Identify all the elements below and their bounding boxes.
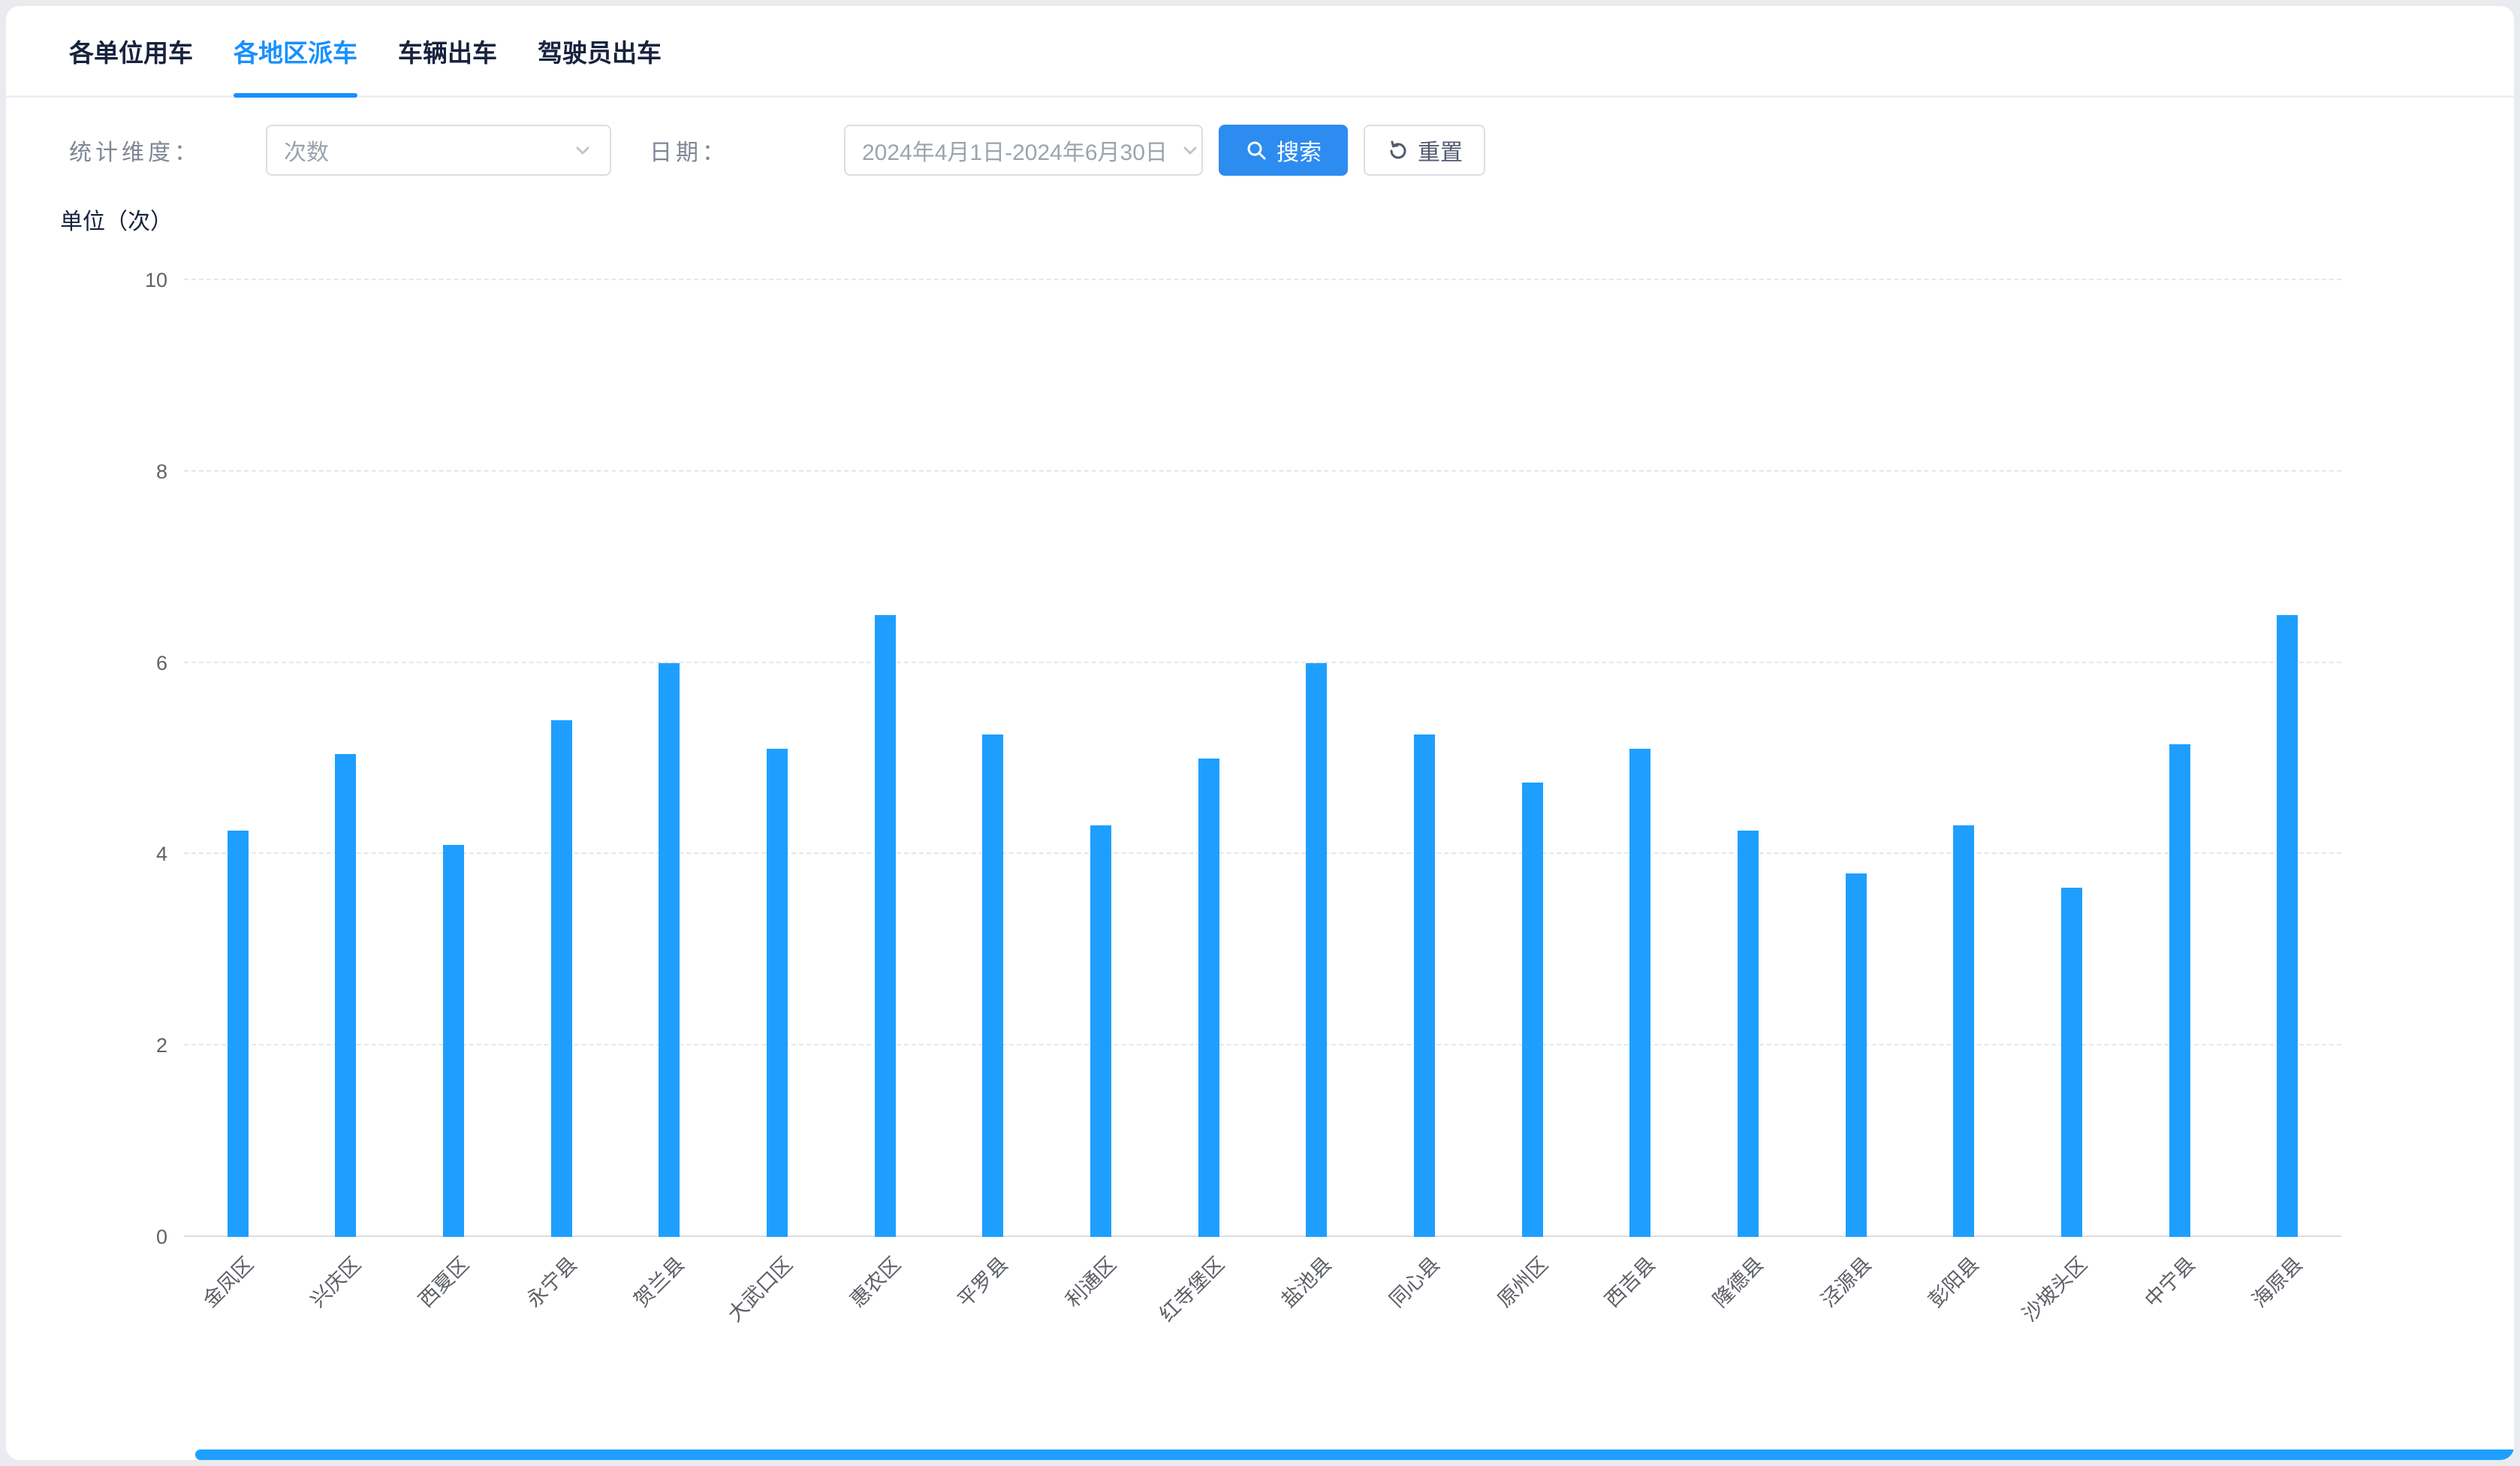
- bar-西夏区[interactable]: [443, 845, 464, 1237]
- refresh-icon: [1386, 139, 1409, 161]
- y-axis-title: 单位（次）: [60, 203, 173, 236]
- tab-region-dispatch[interactable]: 各地区派车: [234, 6, 357, 95]
- bar-隆德县[interactable]: [1738, 831, 1759, 1237]
- bar-slot: 沙坡头区: [2018, 280, 2126, 1237]
- magnifier-icon: [1245, 139, 1268, 161]
- bar-slot: 彭阳县: [1910, 280, 2018, 1237]
- bar-永宁县[interactable]: [551, 720, 572, 1237]
- tab-driver-dispatch[interactable]: 驾驶员出车: [538, 6, 662, 95]
- date-range-input[interactable]: 2024年4月1日-2024年6月30日: [844, 125, 1203, 176]
- y-tick-label: 6: [156, 651, 167, 675]
- bar-兴庆区[interactable]: [335, 754, 356, 1237]
- bar-slot: 原州区: [1479, 280, 1587, 1237]
- bar-slot: 大武口区: [723, 280, 831, 1237]
- search-button[interactable]: 搜索: [1219, 125, 1348, 176]
- bar-盐池县[interactable]: [1306, 663, 1327, 1237]
- bar-大武口区[interactable]: [767, 749, 788, 1237]
- bar-slot: 红寺堡区: [1155, 280, 1263, 1237]
- tab-label: 驾驶员出车: [538, 33, 662, 69]
- reset-button-label: 重置: [1418, 134, 1463, 167]
- bar-slot: 海原县: [2233, 280, 2341, 1237]
- tab-vehicle-dispatch[interactable]: 车辆出车: [398, 6, 497, 95]
- bar-slot: 贺兰县: [616, 280, 724, 1237]
- bar-泾源县[interactable]: [1846, 873, 1867, 1237]
- main-panel: 各单位用车 各地区派车 车辆出车 驾驶员出车 统计维度： 次数 日期： 2024…: [6, 6, 2514, 1460]
- bar-海原县[interactable]: [2277, 615, 2298, 1237]
- bar-彭阳县[interactable]: [1953, 825, 1974, 1237]
- chevron-down-icon: [572, 140, 593, 161]
- bar-slot: 金凤区: [184, 280, 292, 1237]
- bar-slot: 平罗县: [939, 280, 1047, 1237]
- search-button-label: 搜索: [1277, 134, 1322, 167]
- bar-slot: 惠农区: [831, 280, 939, 1237]
- tab-label: 各单位用车: [69, 33, 193, 69]
- chevron-down-icon: [1180, 140, 1201, 161]
- dimension-select[interactable]: 次数: [266, 125, 611, 176]
- date-label: 日期：: [650, 134, 728, 167]
- bar-惠农区[interactable]: [875, 615, 896, 1237]
- bar-slot: 西夏区: [399, 280, 508, 1237]
- bar-slot: 兴庆区: [292, 280, 400, 1237]
- horizontal-scrollbar-thumb[interactable]: [195, 1449, 2514, 1460]
- bar-slot: 盐池县: [1263, 280, 1371, 1237]
- y-tick-label: 4: [156, 842, 167, 866]
- bar-slot: 隆德县: [1694, 280, 1802, 1237]
- dimension-select-value: 次数: [284, 134, 329, 167]
- bar-slot: 中宁县: [2126, 280, 2234, 1237]
- tab-unit-vehicle-use[interactable]: 各单位用车: [69, 6, 193, 95]
- reset-button[interactable]: 重置: [1364, 125, 1485, 176]
- y-tick-label: 8: [156, 460, 167, 484]
- dimension-label: 统计维度：: [69, 134, 200, 167]
- plot-area: 0246810 金凤区兴庆区西夏区永宁县贺兰县大武口区惠农区平罗县利通区红寺堡区…: [184, 280, 2341, 1237]
- bars: 金凤区兴庆区西夏区永宁县贺兰县大武口区惠农区平罗县利通区红寺堡区盐池县同心县原州…: [184, 280, 2341, 1237]
- bar-平罗县[interactable]: [982, 735, 1003, 1237]
- tab-label: 各地区派车: [234, 33, 357, 69]
- tab-label: 车辆出车: [398, 33, 497, 69]
- date-range-value: 2024年4月1日-2024年6月30日: [862, 134, 1168, 167]
- bar-slot: 西吉县: [1587, 280, 1695, 1237]
- bar-中宁县[interactable]: [2169, 744, 2190, 1237]
- bar-利通区[interactable]: [1090, 825, 1111, 1237]
- tab-bar: 各单位用车 各地区派车 车辆出车 驾驶员出车: [6, 6, 2514, 98]
- bar-slot: 同心县: [1370, 280, 1479, 1237]
- bar-slot: 永宁县: [508, 280, 616, 1237]
- y-tick-label: 10: [145, 268, 167, 292]
- bar-西吉县[interactable]: [1629, 749, 1650, 1237]
- bar-贺兰县[interactable]: [659, 663, 680, 1237]
- bar-沙坡头区[interactable]: [2061, 888, 2082, 1237]
- bar-同心县[interactable]: [1414, 735, 1435, 1237]
- bar-slot: 泾源县: [1802, 280, 1910, 1237]
- bar-slot: 利通区: [1047, 280, 1155, 1237]
- bar-原州区[interactable]: [1522, 783, 1543, 1237]
- bar-chart: 单位（次） 0246810 金凤区兴庆区西夏区永宁县贺兰县大武口区惠农区平罗县利…: [6, 203, 2514, 1460]
- y-tick-label: 0: [156, 1225, 167, 1249]
- bar-红寺堡区[interactable]: [1198, 759, 1219, 1237]
- bar-金凤区[interactable]: [228, 831, 249, 1237]
- filter-bar: 统计维度： 次数 日期： 2024年4月1日-2024年6月30日 搜索 重置: [6, 98, 2514, 203]
- y-tick-label: 2: [156, 1033, 167, 1057]
